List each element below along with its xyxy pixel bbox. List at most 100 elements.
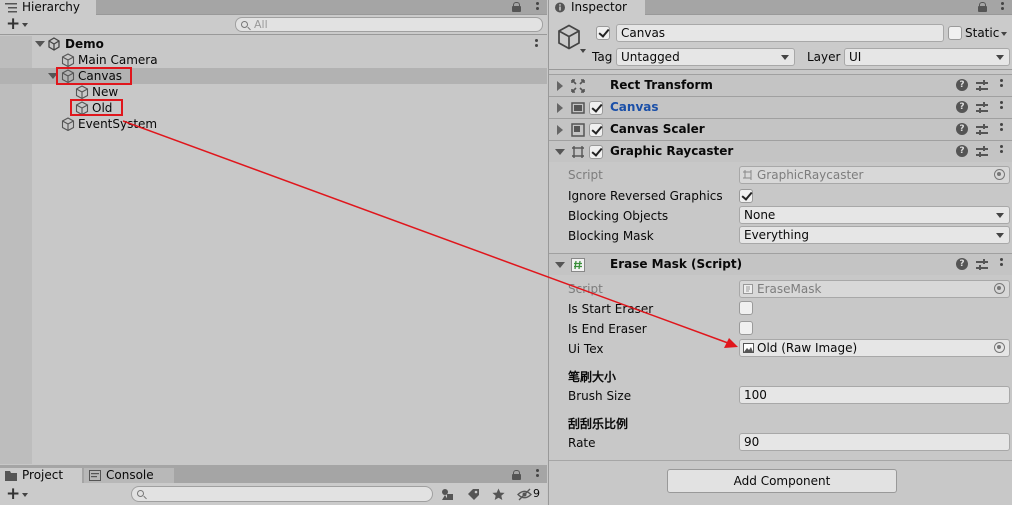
rect-transform-icon <box>571 79 585 93</box>
component-more-icon[interactable] <box>1000 101 1004 111</box>
gameobject-cube-icon <box>558 24 580 50</box>
presets-icon[interactable] <box>976 80 988 92</box>
blocking-objects-value: None <box>744 208 776 222</box>
chevron-down-icon[interactable] <box>22 23 28 27</box>
scene-more-icon[interactable] <box>535 39 539 49</box>
chevron-down-icon[interactable] <box>580 49 586 53</box>
static-dropdown-icon[interactable] <box>1001 32 1007 36</box>
component-more-icon[interactable] <box>1000 79 1004 89</box>
expand-arrow-icon[interactable] <box>557 81 563 91</box>
search-placeholder: All <box>254 18 268 31</box>
help-icon[interactable]: ? <box>956 101 968 113</box>
tag-dropdown[interactable]: Untagged <box>616 48 795 66</box>
presets-icon[interactable] <box>976 102 988 114</box>
rate-input[interactable]: 90 <box>739 433 1010 451</box>
static-label: Static <box>965 26 1000 40</box>
more-options-icon[interactable] <box>536 2 540 12</box>
canvas-scaler-icon <box>571 123 585 137</box>
tab-console[interactable]: Console <box>84 468 174 483</box>
add-icon[interactable]: + <box>6 16 20 33</box>
presets-icon[interactable] <box>976 146 988 158</box>
collapse-arrow-icon[interactable] <box>555 149 565 155</box>
object-picker-icon[interactable] <box>994 342 1005 353</box>
component-header-rect-transform[interactable]: Rect Transform ? <box>549 74 1012 96</box>
object-name-input[interactable]: Canvas <box>616 24 944 42</box>
is-start-eraser-checkbox[interactable] <box>739 301 753 315</box>
project-search-input[interactable] <box>131 486 433 502</box>
filter-by-label-icon[interactable] <box>467 488 480 501</box>
scene-row[interactable]: Demo <box>0 36 547 52</box>
more-options-icon[interactable] <box>1001 2 1005 12</box>
component-header-graphic-raycaster[interactable]: Graphic Raycaster ? <box>549 140 1012 162</box>
more-options-icon[interactable] <box>536 469 540 479</box>
hierarchy-tabbar: Hierarchy <box>0 0 547 15</box>
static-checkbox[interactable] <box>948 26 962 40</box>
hierarchy-panel: Hierarchy + All Demo Main Camera Canvas <box>0 0 547 464</box>
lock-icon[interactable] <box>512 2 521 12</box>
tab-project[interactable]: Project <box>0 468 82 483</box>
presets-icon[interactable] <box>976 124 988 136</box>
ui-tex-field[interactable]: Old (Raw Image) <box>739 339 1010 357</box>
component-more-icon[interactable] <box>1000 123 1004 133</box>
lock-icon[interactable] <box>512 470 521 480</box>
help-icon[interactable]: ? <box>956 123 968 135</box>
help-icon[interactable]: ? <box>956 258 968 270</box>
ui-tex-label: Ui Tex <box>568 342 604 356</box>
add-component-button[interactable]: Add Component <box>667 469 897 493</box>
component-enabled-checkbox[interactable] <box>589 123 603 137</box>
component-header-canvas[interactable]: Canvas ? <box>549 96 1012 118</box>
blocking-objects-dropdown[interactable]: None <box>739 206 1010 224</box>
expand-arrow-icon[interactable] <box>35 41 45 47</box>
tab-inspector[interactable]: Inspector <box>549 0 645 15</box>
console-tab-label: Console <box>106 468 154 482</box>
help-icon[interactable]: ? <box>956 145 968 157</box>
hierarchy-item[interactable]: EventSystem <box>0 116 547 132</box>
script-icon <box>743 284 753 294</box>
gameobject-cube-icon <box>75 85 89 99</box>
rate-label: Rate <box>568 436 596 450</box>
expand-arrow-icon[interactable] <box>557 125 563 135</box>
layer-dropdown[interactable]: UI <box>844 48 1010 66</box>
brush-size-input[interactable]: 100 <box>739 386 1010 404</box>
hidden-packages-eye-icon[interactable] <box>517 488 532 501</box>
project-panel: Project Console + 9 <box>0 465 547 505</box>
erase-script-field[interactable]: EraseMask <box>739 280 1010 298</box>
is-end-eraser-label: Is End Eraser <box>568 322 647 336</box>
hierarchy-item-label: EventSystem <box>78 117 158 131</box>
component-title: Canvas Scaler <box>610 122 705 136</box>
blocking-mask-dropdown[interactable]: Everything <box>739 226 1010 244</box>
raycaster-script-field[interactable]: GraphicRaycaster <box>739 166 1010 184</box>
tab-hierarchy[interactable]: Hierarchy <box>0 0 96 15</box>
lock-icon[interactable] <box>978 2 987 12</box>
add-icon[interactable]: + <box>6 486 20 503</box>
object-picker-icon[interactable] <box>994 283 1005 294</box>
folder-icon <box>5 471 17 481</box>
favorite-star-icon[interactable] <box>492 488 505 501</box>
object-picker-icon[interactable] <box>994 169 1005 180</box>
component-header-canvas-scaler[interactable]: Canvas Scaler ? <box>549 118 1012 140</box>
search-input[interactable]: All <box>235 17 543 32</box>
chevron-down-icon[interactable] <box>22 493 28 497</box>
object-name-value: Canvas <box>621 26 666 40</box>
inspector-panel: Inspector Canvas Static Tag Untagged Lay… <box>548 0 1012 505</box>
rate-header: 刮刮乐比例 <box>568 417 629 431</box>
collapse-arrow-icon[interactable] <box>555 262 565 268</box>
blocking-mask-value: Everything <box>744 228 809 242</box>
search-icon <box>137 490 144 497</box>
expand-arrow-icon[interactable] <box>557 103 563 113</box>
gameobject-cube-icon <box>61 53 75 67</box>
is-end-eraser-checkbox[interactable] <box>739 321 753 335</box>
component-enabled-checkbox[interactable] <box>589 101 603 115</box>
component-enabled-checkbox[interactable] <box>589 145 603 159</box>
active-checkbox[interactable] <box>596 26 610 40</box>
hierarchy-item[interactable]: New <box>0 84 547 100</box>
filter-by-type-icon[interactable] <box>441 488 454 501</box>
ignore-reversed-checkbox[interactable] <box>739 189 753 203</box>
component-more-icon[interactable] <box>1000 145 1004 155</box>
component-header-erase-mask[interactable]: Erase Mask (Script) ? <box>549 253 1012 275</box>
component-more-icon[interactable] <box>1000 258 1004 268</box>
project-tabbar: Project Console <box>0 465 547 483</box>
hierarchy-item[interactable]: Main Camera <box>0 52 547 68</box>
help-icon[interactable]: ? <box>956 79 968 91</box>
presets-icon[interactable] <box>976 259 988 271</box>
